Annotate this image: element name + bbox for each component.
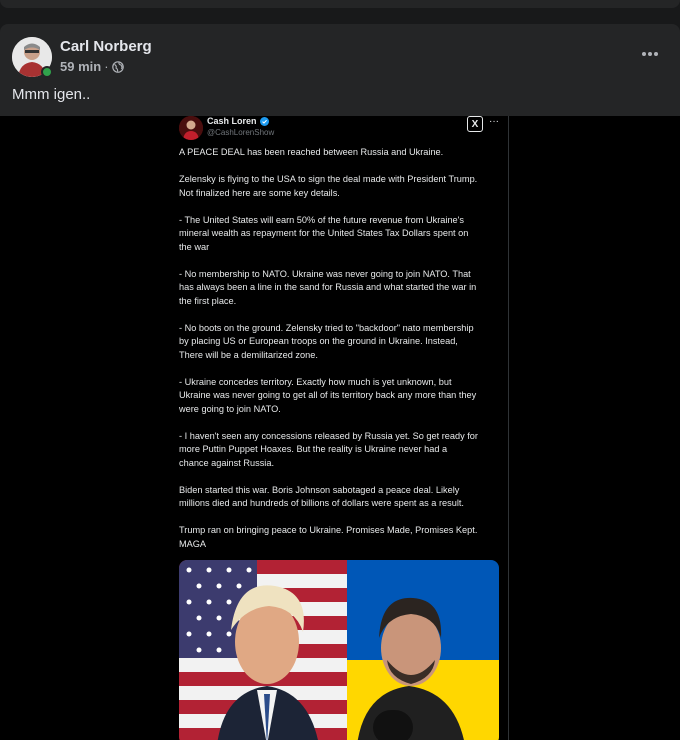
- meta-separator: ·: [104, 59, 109, 74]
- tweet-paragraph: - Ukraine concedes territory. Exactly ho…: [179, 376, 477, 414]
- online-status-dot: [41, 66, 53, 78]
- facebook-post: Carl Norberg 59 min · Mmm igen..: [0, 24, 680, 116]
- post-time[interactable]: 59 min: [60, 59, 101, 74]
- verified-badge-icon: [259, 116, 269, 126]
- post-text: Mmm igen..: [12, 86, 91, 103]
- tweet-paragraph: - I haven't seen any concessions release…: [179, 430, 478, 468]
- tweet-paragraph: - No boots on the ground. Zelensky tried…: [179, 322, 474, 360]
- tweet-paragraph: Trump ran on bringing peace to Ukraine. …: [179, 525, 478, 549]
- tweet-paragraph: - No membership to NATO. Ukraine was nev…: [179, 268, 477, 306]
- tweet-paragraph: A PEACE DEAL has been reached between Ru…: [179, 147, 444, 157]
- tweet-paragraph: - The United States will earn 50% of the…: [179, 214, 469, 252]
- tweet-author-label: Cash Loren: [207, 116, 257, 126]
- x-logo-icon[interactable]: X: [467, 116, 483, 132]
- tweet-photo: [179, 560, 499, 740]
- tweet-card: Cash Loren @CashLorenShow X ··· A PEACE …: [171, 116, 509, 740]
- tweet-body: A PEACE DEAL has been reached between Ru…: [179, 146, 501, 565]
- tweet-paragraph: Zelensky is flying to the USA to sign th…: [179, 174, 478, 198]
- tweet-author-handle: @CashLorenShow: [207, 128, 275, 137]
- more-options-icon[interactable]: [638, 44, 662, 64]
- previous-post-edge: [0, 0, 680, 14]
- globe-icon: [111, 60, 124, 73]
- author-name[interactable]: Carl Norberg: [60, 38, 152, 55]
- tweet-author-name: Cash Loren: [207, 116, 269, 126]
- tweet-paragraph: Biden started this war. Boris Johnson sa…: [179, 484, 464, 509]
- tweet-author-avatar: [179, 116, 203, 140]
- shared-screenshot[interactable]: Cash Loren @CashLorenShow X ··· A PEACE …: [0, 116, 680, 740]
- post-meta: 59 min ·: [60, 59, 124, 74]
- tweet-more-icon[interactable]: ···: [489, 116, 499, 127]
